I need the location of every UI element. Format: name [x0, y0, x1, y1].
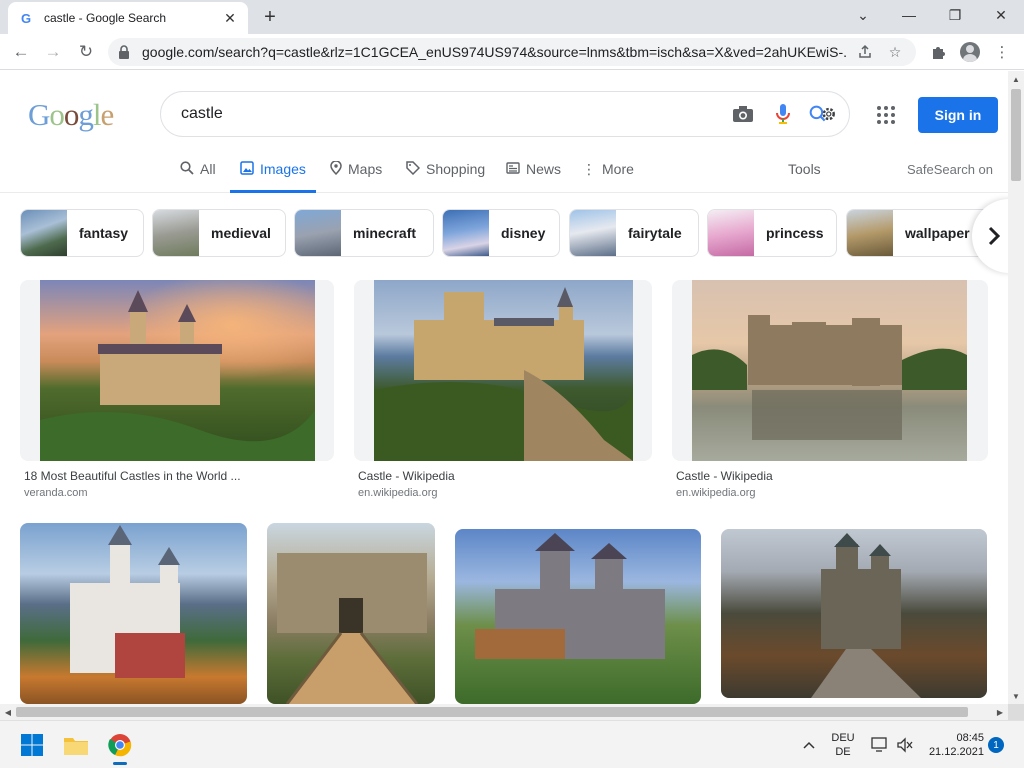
google-favicon-icon: G — [20, 10, 32, 26]
reload-icon[interactable]: ↻ — [73, 39, 99, 65]
sign-in-button[interactable]: Sign in — [918, 97, 998, 133]
tab-shopping[interactable]: Shopping — [406, 161, 485, 193]
scroll-up-arrow-icon[interactable]: ▲ — [1008, 71, 1024, 87]
profile-avatar-icon[interactable] — [958, 40, 982, 64]
chip-thumbnail — [295, 210, 341, 256]
map-pin-icon — [330, 160, 342, 178]
related-search-chips: fantasy medieval minecraft disney fairyt… — [20, 209, 1008, 257]
search-nav-tabs: All Images Maps Shopping News ⋮ More Too… — [0, 151, 1008, 193]
lock-icon — [118, 45, 132, 59]
extensions-puzzle-icon[interactable] — [926, 40, 950, 64]
tab-images[interactable]: Images — [230, 161, 316, 193]
tools-button[interactable]: Tools — [788, 161, 821, 177]
google-apps-grid-icon[interactable] — [874, 103, 898, 127]
chip-medieval[interactable]: medieval — [152, 209, 286, 257]
show-hidden-icons-chevron-icon[interactable] — [799, 735, 819, 755]
vertical-scroll-thumb[interactable] — [1011, 89, 1021, 181]
search-box[interactable]: castle — [160, 91, 850, 137]
scrollbar-corner — [1008, 704, 1024, 720]
chrome-menu-icon[interactable]: ⋮ — [990, 40, 1014, 64]
chip-thumbnail — [570, 210, 616, 256]
new-tab-icon[interactable]: + — [258, 6, 282, 28]
castle-image-thumbnail — [692, 280, 967, 461]
forward-icon[interactable]: → — [40, 39, 66, 65]
chip-thumbnail — [708, 210, 754, 256]
tab-maps[interactable]: Maps — [330, 160, 382, 193]
camera-search-icon[interactable] — [729, 100, 757, 128]
url-text: google.com/search?q=castle&rlz=1C1GCEA_e… — [142, 44, 846, 60]
file-explorer-icon[interactable] — [60, 729, 92, 761]
chip-princess[interactable]: princess — [707, 209, 837, 257]
tab-search-chevron-icon[interactable]: ⌄ — [848, 4, 878, 26]
tag-icon — [406, 161, 421, 178]
scroll-down-arrow-icon[interactable]: ▼ — [1008, 688, 1024, 704]
input-language-indicator[interactable]: DEU DE — [826, 731, 860, 759]
back-icon[interactable]: ← — [8, 39, 34, 65]
address-bar[interactable]: google.com/search?q=castle&rlz=1C1GCEA_e… — [108, 38, 916, 66]
vertical-scrollbar[interactable]: ▲ ▼ — [1008, 71, 1024, 704]
system-clock[interactable]: 08:45 21.12.2021 — [924, 731, 984, 759]
notification-count-badge[interactable]: 1 — [988, 737, 1004, 753]
castle-image-thumbnail — [721, 529, 987, 698]
minimize-icon[interactable]: — — [894, 4, 924, 26]
horizontal-scrollbar[interactable]: ◀ ▶ — [0, 704, 1008, 720]
scroll-left-arrow-icon[interactable]: ◀ — [0, 704, 16, 720]
search-icon — [180, 161, 194, 178]
close-window-icon[interactable]: ✕ — [986, 4, 1016, 26]
horizontal-scroll-thumb[interactable] — [16, 707, 968, 717]
tab-more[interactable]: ⋮ More — [582, 161, 634, 193]
browser-toolbar: ← → ↻ google.com/search?q=castle&rlz=1C1… — [0, 34, 1024, 70]
tab-news[interactable]: News — [506, 161, 561, 193]
safesearch-status[interactable]: SafeSearch on — [907, 162, 993, 177]
bookmark-star-icon[interactable]: ☆ — [884, 41, 906, 63]
chip-thumbnail — [443, 210, 489, 256]
chip-disney[interactable]: disney — [442, 209, 560, 257]
close-tab-icon[interactable]: ✕ — [222, 10, 238, 26]
chip-thumbnail — [847, 210, 893, 256]
castle-image-thumbnail — [40, 280, 315, 461]
castle-image-thumbnail — [267, 523, 435, 704]
restore-icon[interactable]: ❐ — [940, 4, 970, 26]
castle-image-thumbnail — [455, 529, 701, 704]
castle-image-thumbnail — [20, 523, 247, 704]
browser-tab-strip: G castle - Google Search ✕ + ⌄ — ❐ ✕ — [0, 0, 1024, 34]
search-settings-gear-icon[interactable] — [809, 100, 837, 128]
tab-all[interactable]: All — [180, 161, 216, 193]
chrome-browser-icon[interactable] — [104, 729, 136, 765]
share-icon[interactable] — [854, 41, 876, 63]
chip-thumbnail — [153, 210, 199, 256]
network-monitor-icon[interactable] — [870, 735, 890, 755]
chip-minecraft[interactable]: minecraft — [294, 209, 434, 257]
search-input[interactable]: castle — [181, 105, 729, 123]
google-images-page: G o o g l e castle Sign in All Images Ma… — [0, 71, 1008, 704]
windows-start-icon[interactable] — [16, 729, 48, 761]
google-doodle-logo[interactable]: G o o g l e — [28, 97, 114, 132]
active-app-indicator — [113, 762, 127, 765]
news-icon — [506, 161, 520, 177]
chip-fantasy[interactable]: fantasy — [20, 209, 144, 257]
tab-title: castle - Google Search — [44, 11, 167, 25]
browser-tab[interactable]: G castle - Google Search ✕ — [8, 2, 248, 34]
chip-thumbnail — [21, 210, 67, 256]
more-vertical-dots-icon: ⋮ — [582, 161, 596, 177]
windows-taskbar: DEU DE 08:45 21.12.2021 1 — [0, 720, 1024, 768]
microphone-icon[interactable] — [769, 100, 797, 128]
castle-image-thumbnail — [374, 280, 634, 461]
image-icon — [240, 161, 254, 178]
scroll-right-arrow-icon[interactable]: ▶ — [992, 704, 1008, 720]
volume-muted-icon[interactable] — [895, 735, 915, 755]
chip-fairytale[interactable]: fairytale — [569, 209, 699, 257]
